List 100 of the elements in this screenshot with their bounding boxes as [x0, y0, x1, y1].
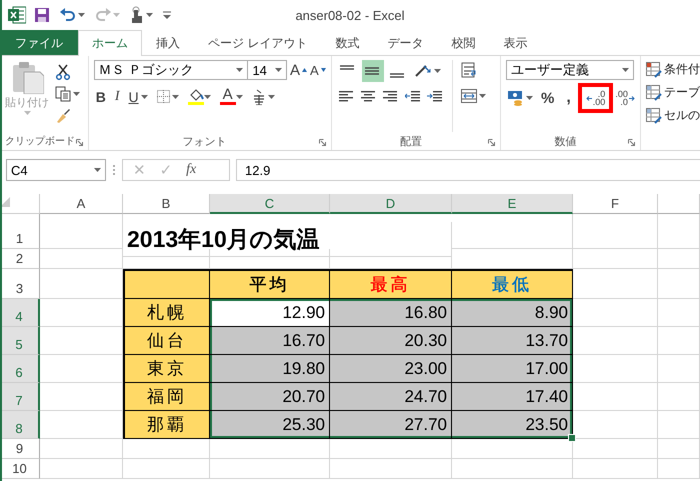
row-header[interactable]: 7 [0, 383, 40, 411]
row-header[interactable]: 10 [0, 459, 40, 479]
merge-center-button[interactable] [458, 86, 488, 106]
font-size-dropdown[interactable]: 14 [247, 60, 287, 80]
ribbon-tab[interactable]: ホーム [78, 30, 142, 56]
shrink-font-button[interactable]: A [310, 62, 326, 78]
percent-button[interactable]: % [539, 88, 556, 108]
file-tab[interactable]: ファイル [0, 30, 78, 55]
middle-align-icon [365, 67, 380, 75]
number-format-dropdown[interactable]: ユーザー定義 [506, 60, 634, 80]
indent-icon [426, 90, 442, 102]
column-header[interactable]: E [452, 194, 573, 214]
ribbon-tab[interactable]: データ [373, 30, 438, 55]
undo-button[interactable] [58, 6, 87, 24]
table-cell: 23.00 [330, 355, 452, 383]
align-right-button[interactable] [380, 88, 400, 104]
ribbon-tab[interactable]: 校閲 [437, 30, 490, 55]
row-header[interactable]: 4 [0, 299, 40, 327]
column-header[interactable]: A [40, 194, 123, 214]
styles-button[interactable]: 条件付 [646, 60, 700, 79]
decrease-decimal-button[interactable]: .00 .0 [614, 86, 636, 110]
right-arrow-icon [628, 96, 635, 100]
table-cell: 13.70 [452, 327, 573, 355]
row-header[interactable]: 5 [0, 327, 40, 355]
align-center-icon [360, 90, 376, 102]
italic-button[interactable]: I [112, 86, 122, 106]
align-center-button[interactable] [358, 88, 378, 104]
row-header[interactable]: 8 [0, 411, 40, 439]
font-name-dropdown[interactable]: ＭＳ Ｐゴシック [94, 60, 248, 80]
decrease-indent-button[interactable] [402, 88, 422, 104]
increase-decimal-button[interactable]: .0 .00 [580, 86, 610, 110]
caret-icon [78, 13, 85, 17]
row-header[interactable]: 9 [0, 439, 40, 459]
grid-cell [658, 214, 700, 249]
caret-icon [73, 92, 80, 96]
column-heading: 最高 [370, 274, 410, 296]
row-header[interactable]: 1 [0, 214, 40, 249]
grid-cell [658, 439, 700, 459]
customize-toolbar-button[interactable] [161, 9, 173, 21]
grid-cell [658, 411, 700, 439]
caret-icon [275, 68, 282, 72]
bottom-align-icon [390, 72, 406, 78]
comma-button[interactable]: , [560, 89, 577, 107]
table-cell: 札幌 [123, 299, 210, 327]
column-header[interactable]: C [210, 194, 330, 214]
table-cell: 17.00 [452, 355, 573, 383]
borders-icon [156, 90, 170, 103]
copy-button[interactable] [53, 84, 82, 104]
styles-button[interactable]: セルの [646, 106, 700, 125]
ribbon-tab[interactable]: 挿入 [142, 30, 194, 55]
caret-icon [236, 68, 244, 72]
borders-button[interactable] [154, 88, 181, 105]
ribbon-tab[interactable]: 数式 [321, 30, 374, 55]
accounting-format-button[interactable] [506, 88, 535, 108]
table-cell: 20.70 [210, 383, 330, 411]
underline-button[interactable]: U [126, 86, 150, 106]
redo-icon [95, 8, 111, 22]
fill-handle[interactable] [568, 434, 576, 442]
font-color-button[interactable]: A [218, 86, 245, 107]
column-header[interactable]: F [573, 194, 658, 214]
table-cell: 東京 [123, 355, 210, 383]
caret-icon [94, 168, 101, 172]
row-header[interactable]: 2 [0, 249, 40, 269]
increase-indent-button[interactable] [424, 88, 444, 104]
rotated-text-icon [414, 64, 432, 78]
table-cell: 那覇 [123, 411, 210, 439]
up-triangle-icon [302, 68, 308, 72]
formula-field[interactable]: 12.9 [236, 159, 700, 181]
vertical-align-button[interactable] [362, 60, 384, 82]
caret-icon [478, 94, 486, 98]
name-box[interactable]: C4 [6, 159, 106, 181]
cell-styles-icon [646, 108, 662, 124]
styles-button[interactable]: テーブ [646, 83, 700, 102]
ribbon-tab[interactable]: 表示 [489, 30, 542, 55]
row-header[interactable]: 6 [0, 355, 40, 383]
money-icon [508, 90, 524, 106]
grow-font-button[interactable]: A [290, 62, 308, 78]
align-left-button[interactable] [336, 88, 356, 104]
wrap-text-icon [460, 62, 477, 78]
fill-color-button[interactable] [186, 86, 213, 106]
dialog-launcher-icon[interactable] [318, 139, 326, 146]
dialog-launcher-icon[interactable] [76, 139, 83, 146]
dialog-launcher-icon[interactable] [488, 139, 495, 146]
down-triangle-icon [320, 68, 326, 72]
caret-icon [526, 96, 533, 100]
column-header[interactable]: D [330, 194, 452, 214]
save-button[interactable] [32, 5, 52, 25]
caret-icon [434, 69, 441, 73]
caret-icon [146, 13, 153, 17]
undo-icon [60, 8, 76, 22]
bold-button[interactable]: B [94, 86, 108, 106]
table-cell: 23.50 [452, 411, 573, 439]
sheet-title: 2013年10月の気温 [127, 224, 320, 254]
caret-icon [113, 13, 120, 17]
dialog-launcher-icon[interactable] [628, 139, 635, 146]
ribbon-tab[interactable]: ページ レイアウト [194, 30, 322, 55]
table-cell: 8.90 [452, 299, 573, 327]
table-cell: 20.30 [330, 327, 452, 355]
insert-function-button[interactable]: fx [186, 162, 196, 178]
phonetic-guide-icon [252, 88, 266, 104]
